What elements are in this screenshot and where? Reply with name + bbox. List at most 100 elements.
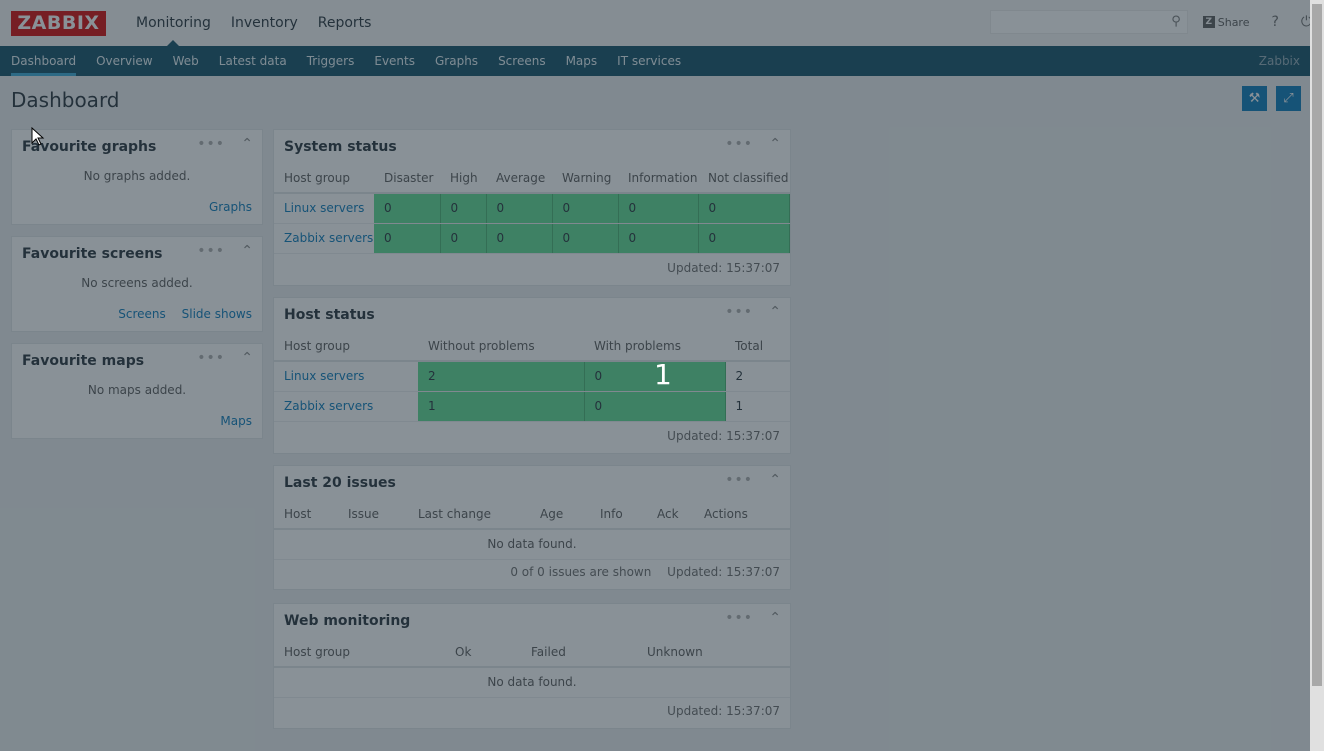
subnav-overview[interactable]: Overview [86,46,163,76]
menu-reports[interactable]: Reports [308,0,382,46]
widget-title: Last 20 issues [284,475,396,491]
collapse-icon[interactable]: ⌃ [769,136,781,152]
column-header: Host [274,500,338,530]
column-header: Host group [274,164,374,194]
not-classified-count[interactable]: 0 [698,223,790,254]
table-row: Linux servers 0 0 0 0 0 0 [274,193,790,224]
collapse-icon[interactable]: ⌃ [241,136,253,152]
subnav-web[interactable]: Web [163,46,209,76]
collapse-icon[interactable]: ⌃ [241,350,253,366]
warning-count[interactable]: 0 [552,193,619,224]
more-options-icon[interactable]: ••• [725,304,753,320]
host-group-link[interactable]: Linux servers [274,193,374,224]
server-brand-label: Zabbix [1258,54,1300,68]
subnav-events[interactable]: Events [364,46,425,76]
share-link[interactable]: Z Share [1202,16,1249,29]
more-options-icon[interactable]: ••• [197,136,225,152]
fullscreen-button[interactable]: ⤢ [1276,86,1301,111]
menu-monitoring[interactable]: Monitoring [126,0,221,46]
system-status-table: Host group Disaster High Average Warning… [274,164,790,254]
not-classified-count[interactable]: 0 [698,193,790,224]
empty-message: No screens added. [81,276,193,290]
table-header-row: Host group Ok Failed Unknown [274,638,790,668]
page-title: Dashboard [11,88,120,112]
host-group-link[interactable]: Linux servers [274,361,418,392]
subnav-triggers[interactable]: Triggers [297,46,365,76]
subnav-latest-data[interactable]: Latest data [209,46,297,76]
collapse-icon[interactable]: ⌃ [769,472,781,488]
information-count[interactable]: 0 [618,223,699,254]
subnav-maps[interactable]: Maps [556,46,608,76]
collapse-icon[interactable]: ⌃ [769,304,781,320]
more-options-icon[interactable]: ••• [725,472,753,488]
widget-header: Favourite maps ••• ⌃ [12,344,262,378]
high-count[interactable]: 0 [440,223,487,254]
collapse-icon[interactable]: ⌃ [241,243,253,259]
column-header: Failed [521,638,637,668]
more-options-icon[interactable]: ••• [725,610,753,626]
total-count: 1 [725,391,790,422]
edit-dashboard-button[interactable]: ⚒ [1242,86,1267,111]
more-options-icon[interactable]: ••• [197,243,225,259]
widget-footer: Maps [12,414,262,428]
subnav-it-services[interactable]: IT services [607,46,691,76]
favourite-graphs-widget: Favourite graphs ••• ⌃ No graphs added. … [11,129,263,225]
total-count: 2 [725,361,790,392]
widget-header: Favourite screens ••• ⌃ [12,237,262,271]
host-group-link[interactable]: Zabbix servers [274,391,418,422]
slide-shows-link[interactable]: Slide shows [182,307,252,321]
favourite-screens-widget: Favourite screens ••• ⌃ No screens added… [11,236,263,332]
web-monitoring-widget: Web monitoring ••• ⌃ Host group Ok Faile… [273,603,791,729]
more-options-icon[interactable]: ••• [725,136,753,152]
collapse-icon[interactable]: ⌃ [769,610,781,626]
subnav-graphs[interactable]: Graphs [425,46,488,76]
updated-timestamp: Updated: 15:37:07 [667,429,780,443]
average-count[interactable]: 0 [486,223,553,254]
with-problems-count[interactable]: 0 [584,391,726,422]
empty-message: No data found. [274,667,790,698]
warning-count[interactable]: 0 [552,223,619,254]
more-options-icon[interactable]: ••• [197,350,225,366]
host-status-widget: Host status ••• ⌃ Host group Without pro… [273,297,791,454]
zabbix-logo[interactable]: ZABBIX [11,10,106,36]
column-header: Disaster [374,164,440,194]
widget-title: Favourite screens [22,246,163,262]
maps-link[interactable]: Maps [220,414,252,428]
help-icon[interactable]: ? [1271,14,1278,30]
table-row: No data found. [274,667,790,698]
column-header: Info [590,500,647,530]
without-problems-count[interactable]: 2 [418,361,585,392]
search-icon[interactable]: ⚲ [1171,14,1181,29]
information-count[interactable]: 0 [618,193,699,224]
system-status-widget: System status ••• ⌃ Host group Disaster … [273,129,791,286]
host-status-table: Host group Without problems With problem… [274,332,790,422]
average-count[interactable]: 0 [486,193,553,224]
disaster-count[interactable]: 0 [374,223,441,254]
last-issues-widget: Last 20 issues ••• ⌃ Host Issue Last cha… [273,465,791,590]
without-problems-count[interactable]: 1 [418,391,585,422]
menu-inventory[interactable]: Inventory [221,0,308,46]
subnav-dashboard[interactable]: Dashboard [1,46,86,76]
expand-icon: ⤢ [1283,91,1294,106]
page-scrollbar[interactable] [1310,0,1324,751]
column-header: Average [486,164,552,194]
table-header-row: Host Issue Last change Age Info Ack Acti… [274,500,790,530]
screens-link[interactable]: Screens [118,307,166,321]
table-header-row: Host group Disaster High Average Warning… [274,164,790,194]
web-monitoring-table: Host group Ok Failed Unknown No data fou… [274,638,790,698]
subnav-screens[interactable]: Screens [488,46,556,76]
sub-navigation: Dashboard Overview Web Latest data Trigg… [0,46,1324,76]
graphs-link[interactable]: Graphs [209,200,252,214]
widget-header: Last 20 issues ••• ⌃ [274,466,790,500]
scrollbar-thumb[interactable] [1312,4,1322,686]
search-input[interactable]: ⚲ [989,10,1188,34]
column-header: Issue [338,500,408,530]
disaster-count[interactable]: 0 [374,193,441,224]
empty-message: No data found. [274,529,790,560]
high-count[interactable]: 0 [440,193,487,224]
column-header: Actions [694,500,790,530]
updated-timestamp: Updated: 15:37:07 [667,261,780,275]
wrench-icon: ⚒ [1248,91,1261,106]
host-group-link[interactable]: Zabbix servers [274,223,374,254]
column-header: Information [618,164,698,194]
